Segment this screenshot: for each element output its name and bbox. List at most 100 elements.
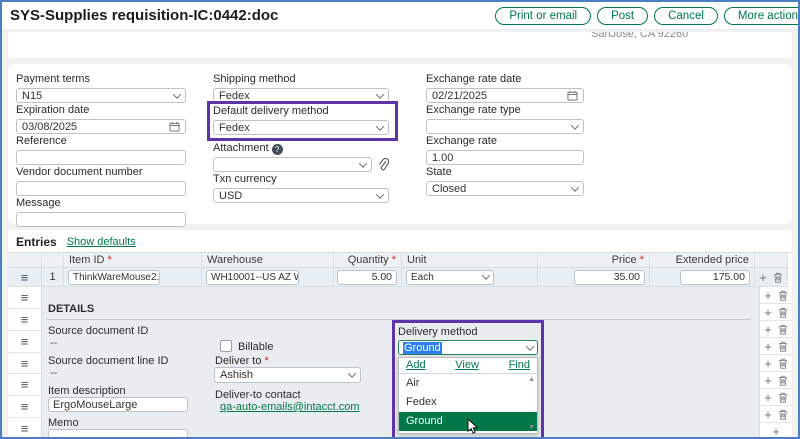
exchange-rate-label: Exchange rate bbox=[426, 135, 584, 148]
price-column-header: Price bbox=[538, 253, 650, 268]
item-description-input[interactable] bbox=[48, 397, 188, 412]
post-button[interactable]: Post bbox=[597, 7, 648, 25]
item-description-label: Item description bbox=[48, 385, 126, 397]
row-actions: + bbox=[760, 406, 792, 423]
attachment-label: Attachment? bbox=[213, 142, 389, 155]
deliver-to-contact-link[interactable]: qa-auto-emails@intacct.com bbox=[220, 401, 360, 413]
state-select[interactable]: Closed bbox=[426, 181, 584, 196]
delete-row-icon[interactable] bbox=[778, 409, 788, 420]
option-fedex[interactable]: Fedex bbox=[399, 393, 524, 412]
entries-continuation: ≡ ≡ ≡ ≡ ≡ ≡ ≡ DETAILS Source document ID… bbox=[8, 287, 792, 437]
view-link[interactable]: View bbox=[455, 359, 479, 371]
default-delivery-method-select[interactable]: Fedex bbox=[213, 120, 389, 135]
action-buttons: Print or email Post Cancel More action bbox=[495, 7, 798, 25]
delete-row-icon[interactable] bbox=[778, 392, 788, 403]
exchange-rate-type-select[interactable] bbox=[426, 119, 584, 134]
row-drag-handle[interactable]: ≡ bbox=[8, 396, 41, 418]
scroll-up-icon[interactable]: ▲ bbox=[528, 376, 535, 383]
add-row-icon[interactable]: + bbox=[764, 357, 772, 370]
exchange-rate-date-field[interactable]: 02/21/2025 bbox=[426, 88, 584, 103]
default-delivery-method-highlight: Default delivery method Fedex bbox=[207, 101, 398, 141]
delete-row-icon[interactable] bbox=[778, 358, 788, 369]
memo-input[interactable] bbox=[48, 429, 188, 437]
delivery-method-dropdown: Add View Find Air Fedex Ground ▲ ▼ bbox=[398, 357, 538, 434]
delete-row-icon[interactable] bbox=[778, 290, 788, 301]
expiration-date-field[interactable]: 03/08/2025 bbox=[16, 119, 186, 134]
row-drag-handle[interactable]: ≡ bbox=[8, 287, 41, 309]
default-delivery-method-value: Fedex bbox=[219, 122, 250, 134]
add-row-icon[interactable]: + bbox=[764, 340, 772, 353]
delivery-method-combobox[interactable]: Ground bbox=[398, 340, 538, 355]
billable-checkbox[interactable] bbox=[220, 340, 232, 352]
txn-currency-select[interactable]: USD bbox=[213, 188, 389, 203]
row-drag-handle[interactable]: ≡ bbox=[8, 268, 42, 287]
unit-select[interactable]: Each bbox=[406, 270, 494, 285]
add-link[interactable]: Add bbox=[406, 359, 426, 371]
vendor-document-number-input[interactable] bbox=[16, 181, 186, 196]
add-row-icon[interactable]: + bbox=[764, 289, 772, 302]
required-asterisk bbox=[392, 254, 396, 266]
calendar-icon[interactable] bbox=[169, 121, 180, 132]
help-icon[interactable]: ? bbox=[272, 144, 283, 155]
add-row-icon[interactable]: + bbox=[764, 323, 772, 336]
delivery-method-highlight: Delivery method Ground Add View Find Air… bbox=[392, 320, 544, 437]
add-row-icon[interactable]: + bbox=[764, 374, 772, 387]
payment-terms-select[interactable]: N15 bbox=[16, 88, 186, 103]
calendar-icon[interactable] bbox=[567, 90, 578, 101]
chevron-down-icon bbox=[571, 183, 579, 191]
reference-input[interactable] bbox=[16, 150, 186, 165]
item-id-select[interactable]: ThinkWareMouse2.0--I bbox=[68, 270, 160, 285]
exchange-rate-input[interactable] bbox=[426, 150, 584, 165]
required-asterisk bbox=[640, 254, 644, 266]
cancel-button[interactable]: Cancel bbox=[654, 7, 718, 25]
deliver-to-select[interactable]: Ashish bbox=[214, 367, 361, 383]
row-drag-handle[interactable]: ≡ bbox=[8, 353, 41, 375]
quantity-input[interactable] bbox=[337, 270, 397, 285]
address-card: SanJose, CA 92260 bbox=[8, 32, 792, 58]
warehouse-select[interactable]: WH10001--US AZ Wa bbox=[206, 270, 299, 285]
attachment-row bbox=[213, 157, 389, 172]
required-asterisk bbox=[265, 355, 269, 367]
add-row-icon[interactable]: + bbox=[764, 408, 772, 421]
row-drag-handle[interactable]: ≡ bbox=[8, 309, 41, 331]
scroll-down-icon[interactable]: ▼ bbox=[528, 424, 535, 431]
show-defaults-link[interactable]: Show defaults bbox=[67, 236, 136, 248]
attachment-select[interactable] bbox=[213, 157, 372, 172]
row-drag-handle[interactable]: ≡ bbox=[8, 374, 41, 396]
row-actions-column-header bbox=[755, 253, 788, 268]
extended-price-input[interactable] bbox=[680, 270, 750, 285]
delete-row-icon[interactable] bbox=[778, 307, 788, 318]
add-row-icon[interactable]: + bbox=[772, 425, 780, 438]
print-or-email-button[interactable]: Print or email bbox=[495, 7, 591, 25]
paperclip-icon[interactable] bbox=[377, 158, 389, 172]
vendor-address-text: SanJose, CA 92260 bbox=[591, 32, 688, 40]
delete-row-icon[interactable] bbox=[773, 272, 783, 283]
row-drag-handle[interactable]: ≡ bbox=[8, 331, 41, 353]
message-input[interactable] bbox=[16, 212, 186, 227]
dropdown-options: Air Fedex Ground ▲ ▼ bbox=[399, 374, 537, 433]
price-input[interactable] bbox=[574, 270, 645, 285]
chevron-down-icon bbox=[359, 159, 367, 167]
exchange-rate-type-label: Exchange rate type bbox=[426, 104, 584, 117]
chevron-down-icon bbox=[348, 369, 356, 377]
delete-row-icon[interactable] bbox=[778, 341, 788, 352]
delivery-method-label: Delivery method bbox=[398, 326, 538, 338]
message-label: Message bbox=[16, 197, 186, 210]
delete-row-icon[interactable] bbox=[778, 375, 788, 386]
chevron-down-icon bbox=[526, 342, 534, 350]
billable-label: Billable bbox=[238, 341, 273, 353]
row-drag-handle[interactable]: ≡ bbox=[8, 418, 41, 437]
add-row-icon[interactable]: + bbox=[764, 391, 772, 404]
form-column-3: Exchange rate date 02/21/2025 Exchange r… bbox=[426, 72, 584, 196]
find-link[interactable]: Find bbox=[509, 359, 530, 371]
entries-table: Item ID Warehouse Quantity Unit Price Ex… bbox=[8, 252, 792, 287]
page-title: SYS-Supplies requisition-IC:0442:doc bbox=[10, 7, 495, 24]
delivery-method-value: Ground bbox=[403, 342, 442, 354]
deliver-to-value: Ashish bbox=[220, 369, 253, 381]
reference-label: Reference bbox=[16, 135, 186, 148]
delete-row-icon[interactable] bbox=[778, 324, 788, 335]
more-actions-button[interactable]: More action bbox=[724, 7, 798, 25]
option-air[interactable]: Air bbox=[399, 374, 524, 393]
add-row-icon[interactable]: + bbox=[764, 306, 772, 319]
add-row-icon[interactable]: + bbox=[759, 271, 767, 284]
